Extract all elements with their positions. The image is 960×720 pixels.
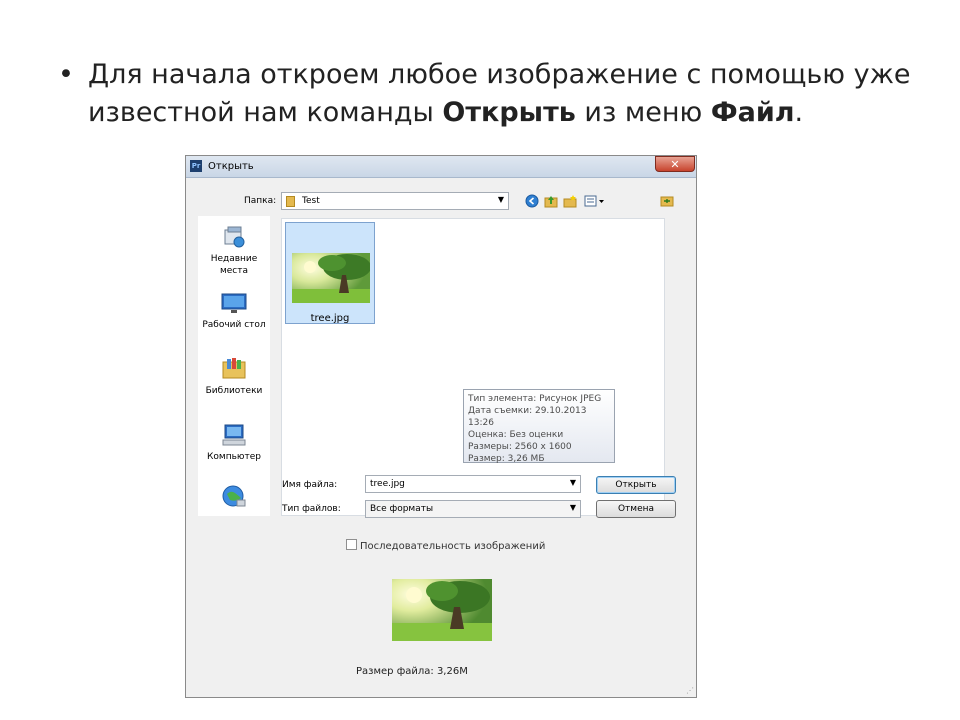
preview-image xyxy=(392,579,492,641)
filename-field[interactable]: tree.jpg ▼ xyxy=(365,475,581,493)
close-button[interactable]: ✕ xyxy=(655,156,695,172)
tooltip-date: Дата съемки: 29.10.2013 13:26 xyxy=(468,406,587,428)
libraries-icon xyxy=(221,356,247,382)
file-tooltip: Тип элемента: Рисунок JPEG Дата съемки: … xyxy=(463,389,615,464)
filetype-value: Все форматы xyxy=(370,504,434,514)
filename-label: Имя файла: xyxy=(282,480,338,490)
tooltip-type: Тип элемента: Рисунок JPEG xyxy=(468,394,602,404)
resize-grip-icon[interactable]: ⋰ xyxy=(686,686,694,695)
slide-text-file: Файл xyxy=(710,97,795,128)
slide-text: Для начала откроем любое изображение с п… xyxy=(88,56,918,132)
place-computer-label: Компьютер xyxy=(207,452,261,462)
recent-places-icon xyxy=(221,224,247,250)
new-folder-icon[interactable] xyxy=(563,194,577,208)
tooltip-rating: Оценка: Без оценки xyxy=(468,430,564,440)
chevron-down-icon: ▼ xyxy=(497,195,504,204)
premiere-app-icon: Pr xyxy=(190,160,202,172)
slide-text-part3: . xyxy=(794,97,804,128)
file-name: tree.jpg xyxy=(310,313,350,324)
sequence-checkbox[interactable] xyxy=(346,539,357,550)
folder-icon xyxy=(286,196,295,207)
place-desktop-label: Рабочий стол xyxy=(202,320,266,330)
place-network[interactable] xyxy=(198,484,270,513)
slide-text-part2: из меню xyxy=(575,97,711,128)
place-computer[interactable]: Компьютер xyxy=(198,422,270,463)
slide-text-open: Открыть xyxy=(442,97,576,128)
look-in-combo[interactable]: Test ▼ xyxy=(281,192,509,210)
file-list[interactable]: tree.jpg Тип элемента: Рисунок JPEG Дата… xyxy=(281,218,665,516)
sequence-label: Последовательность изображений xyxy=(360,541,546,552)
chevron-down-icon: ▼ xyxy=(569,478,576,487)
tree-thumbnail xyxy=(292,253,370,303)
file-item-selected[interactable]: tree.jpg xyxy=(285,222,375,324)
places-sidebar: Недавние места Рабочий стол Библиотеки К… xyxy=(198,216,270,516)
tooltip-size: Размер: 3,26 МБ xyxy=(468,454,545,464)
place-desktop[interactable]: Рабочий стол xyxy=(198,290,270,331)
dialog-title: Открыть xyxy=(208,161,254,172)
sequence-option[interactable]: Последовательность изображений xyxy=(346,539,545,552)
dialog-titlebar[interactable]: Pr Открыть ✕ xyxy=(186,156,696,178)
chevron-down-icon: ▼ xyxy=(569,503,576,512)
open-button[interactable]: Открыть xyxy=(596,476,676,494)
filename-value: tree.jpg xyxy=(370,479,405,489)
bullet-dot: • xyxy=(58,59,74,90)
computer-icon xyxy=(221,422,247,448)
cancel-button[interactable]: Отмена xyxy=(596,500,676,518)
up-folder-icon[interactable] xyxy=(544,194,558,208)
file-size-text: Размер файла: 3,26M xyxy=(356,666,468,677)
place-recent[interactable]: Недавние места xyxy=(198,224,270,277)
open-dialog: Pr Открыть ✕ Папка: Test ▼ Недавние мест… xyxy=(185,155,697,698)
view-menu-icon[interactable] xyxy=(584,194,606,208)
network-icon xyxy=(221,484,247,510)
filetype-label: Тип файлов: xyxy=(282,504,341,514)
look-in-value: Test xyxy=(302,196,320,206)
add-bookmark-icon[interactable] xyxy=(660,194,674,208)
filetype-select[interactable]: Все форматы ▼ xyxy=(365,500,581,518)
desktop-icon xyxy=(221,290,247,316)
look-in-label: Папка: xyxy=(244,196,277,206)
back-icon[interactable] xyxy=(525,194,539,208)
place-libraries-label: Библиотеки xyxy=(205,386,263,396)
place-recent-label: Недавние места xyxy=(210,254,258,276)
tooltip-dimensions: Размеры: 2560 x 1600 xyxy=(468,442,572,452)
place-libraries[interactable]: Библиотеки xyxy=(198,356,270,397)
